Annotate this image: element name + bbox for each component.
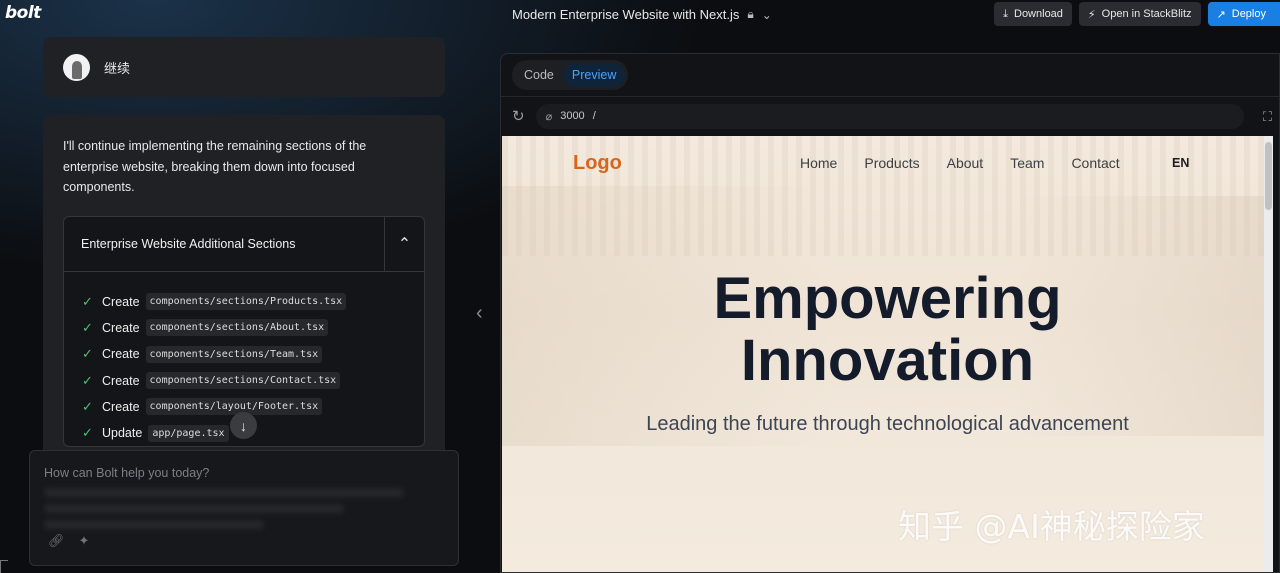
site-logo[interactable]: Logo [573,152,622,175]
sparkle-icon[interactable]: ✦ [79,533,90,549]
preview-scrollbar[interactable] [1264,136,1273,572]
download-label: Download [1014,8,1063,20]
site-navbar: Logo Home Products About Team Contact EN [502,136,1273,191]
tab-group: Code Preview [512,60,629,90]
nav-link-about[interactable]: About [947,155,984,171]
top-bar: bolt Modern Enterprise Website with Next… [0,0,1280,30]
blurred-line [44,504,344,513]
blurred-text [44,488,444,529]
deploy-button[interactable]: ↗ Deploy [1207,2,1280,26]
deploy-label: Deploy [1231,8,1266,20]
artifact-header: Enterprise Website Additional Sections ⌃ [64,216,424,272]
watermark: 知乎 @AI神秘探险家 [898,507,1205,546]
action-verb: Update [102,426,143,441]
attach-link-icon[interactable]: 🔗︎ [48,533,65,549]
file-path[interactable]: components/sections/Team.tsx [145,345,323,363]
action-verb: Create [102,320,140,335]
bolt-logo[interactable]: bolt [5,3,41,23]
port-value: 3000 [560,110,585,122]
check-icon: ✓ [82,293,93,309]
download-icon: ⤓ [1003,7,1008,20]
check-icon: ✓ [82,372,93,388]
file-path[interactable]: components/sections/Contact.tsx [145,372,341,390]
chevron-up-icon[interactable]: ⌃ [384,216,424,271]
prompt-input[interactable]: How can Bolt help you today? 🔗︎ ✦ [29,450,459,566]
nav-link-contact[interactable]: Contact [1071,155,1119,171]
download-button[interactable]: ⤓ Download [994,2,1072,26]
project-title-text: Modern Enterprise Website with Next.js [512,7,740,22]
blurred-line [44,520,264,529]
tab-code[interactable]: Code [515,63,563,87]
hero-title-line-2: Innovation [740,328,1035,393]
workbench: Code Preview ↻ ⌀ 3000 / ⛶ Logo Home Prod… [500,53,1280,573]
check-icon: ✓ [82,398,93,414]
tab-preview[interactable]: Preview [562,63,626,87]
list-item: ✓ Create components/sections/Products.ts… [82,289,424,315]
top-actions: ⤓ Download ⚡︎ Open in StackBlitz ↗ Deplo… [994,2,1280,26]
prompt-toolbar: 🔗︎ ✦ [48,533,89,549]
fullscreen-icon[interactable]: ⛶ [1263,109,1272,125]
check-icon: ✓ [82,425,93,441]
preview-url-bar: ↻ ⌀ 3000 / [501,97,1279,135]
check-icon: ✓ [82,346,93,362]
lightning-icon: ⚡︎ [1087,8,1096,21]
workbench-tabs: Code Preview [501,54,1279,97]
language-switch[interactable]: EN [1172,156,1189,170]
chevron-left-icon[interactable]: ‹ [476,302,483,325]
url-field[interactable]: ⌀ 3000 / [535,103,1244,129]
action-verb: Create [102,294,140,309]
lock-icon: 🔒︎ [747,7,754,21]
list-item: ✓ Create components/sections/Team.tsx [82,341,424,367]
list-item: ✓ Create components/sections/About.tsx [82,315,424,341]
project-title[interactable]: Modern Enterprise Website with Next.js 🔒… [512,7,772,22]
assistant-message: I'll continue implementing the remaining… [43,115,445,460]
path-value: / [592,110,596,122]
artifact-title[interactable]: Enterprise Website Additional Sections [64,217,384,271]
hero-title: Empowering Innovation [502,268,1273,392]
file-path[interactable]: components/layout/Footer.tsx [145,398,323,416]
avatar-figure [71,61,82,79]
hero-subtitle: Leading the future through technological… [646,413,1129,435]
user-message-text: 继续 [104,60,131,76]
action-verb: Create [102,399,140,414]
plug-icon: ⌀ [545,110,553,123]
user-message: 继续 [43,37,445,97]
nav-link-home[interactable]: Home [800,155,837,171]
action-verb: Create [102,347,140,362]
nav-link-products[interactable]: Products [864,155,919,171]
file-path[interactable]: components/sections/About.tsx [145,319,329,337]
hero-title-line-1: Empowering [713,266,1062,331]
site-nav-links: Home Products About Team Contact [800,155,1120,171]
blurred-line [44,488,404,497]
reload-icon[interactable]: ↻ [512,107,525,125]
scroll-down-button[interactable]: ↓ [230,412,257,439]
nav-link-team[interactable]: Team [1010,155,1044,171]
corner-mark [0,560,8,573]
prompt-placeholder: How can Bolt help you today? [44,466,210,480]
file-path[interactable]: app/page.tsx [148,424,229,442]
open-stackblitz-button[interactable]: ⚡︎ Open in StackBlitz [1078,2,1201,26]
file-path[interactable]: components/sections/Products.tsx [145,293,347,311]
stackblitz-label: Open in StackBlitz [1101,8,1192,20]
avatar [63,53,90,81]
check-icon: ✓ [82,319,93,335]
preview-scrollbar-thumb[interactable] [1265,142,1272,210]
chevron-down-icon[interactable]: ⌄ [762,8,772,22]
rocket-icon: ↗ [1216,8,1226,21]
list-item: ✓ Create components/sections/Contact.tsx [82,367,424,393]
assistant-message-text: I'll continue implementing the remaining… [63,139,367,194]
action-verb: Create [102,373,140,388]
